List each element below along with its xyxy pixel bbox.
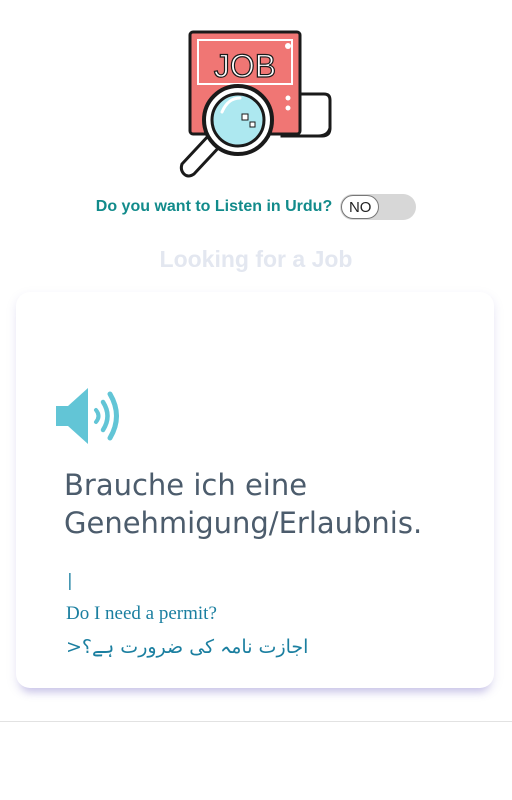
urdu-audio-setting: Do you want to Listen in Urdu? NO: [0, 192, 512, 222]
section-title: Looking for a Job: [159, 246, 353, 272]
german-phrase: Brauche ich eine Genehmigung/Erlaubnis.: [64, 468, 423, 540]
toggle-label: NO: [348, 198, 372, 216]
urdu-audio-toggle[interactable]: NO: [340, 194, 417, 220]
logo-text: JOB: [214, 48, 276, 84]
bottom-divider: [0, 721, 512, 722]
urdu-translation: اجازت نامہ کی ضرورت ہے؟<: [66, 636, 309, 658]
job-search-logo: JOB: [178, 28, 334, 184]
speaker-volume-icon[interactable]: [54, 384, 124, 448]
english-translation: Do I need a permit?: [66, 603, 217, 624]
text-cursor: |: [67, 571, 73, 591]
toggle-thumb: NO: [341, 195, 380, 219]
urdu-audio-question: Do you want to Listen in Urdu?: [95, 198, 333, 215]
